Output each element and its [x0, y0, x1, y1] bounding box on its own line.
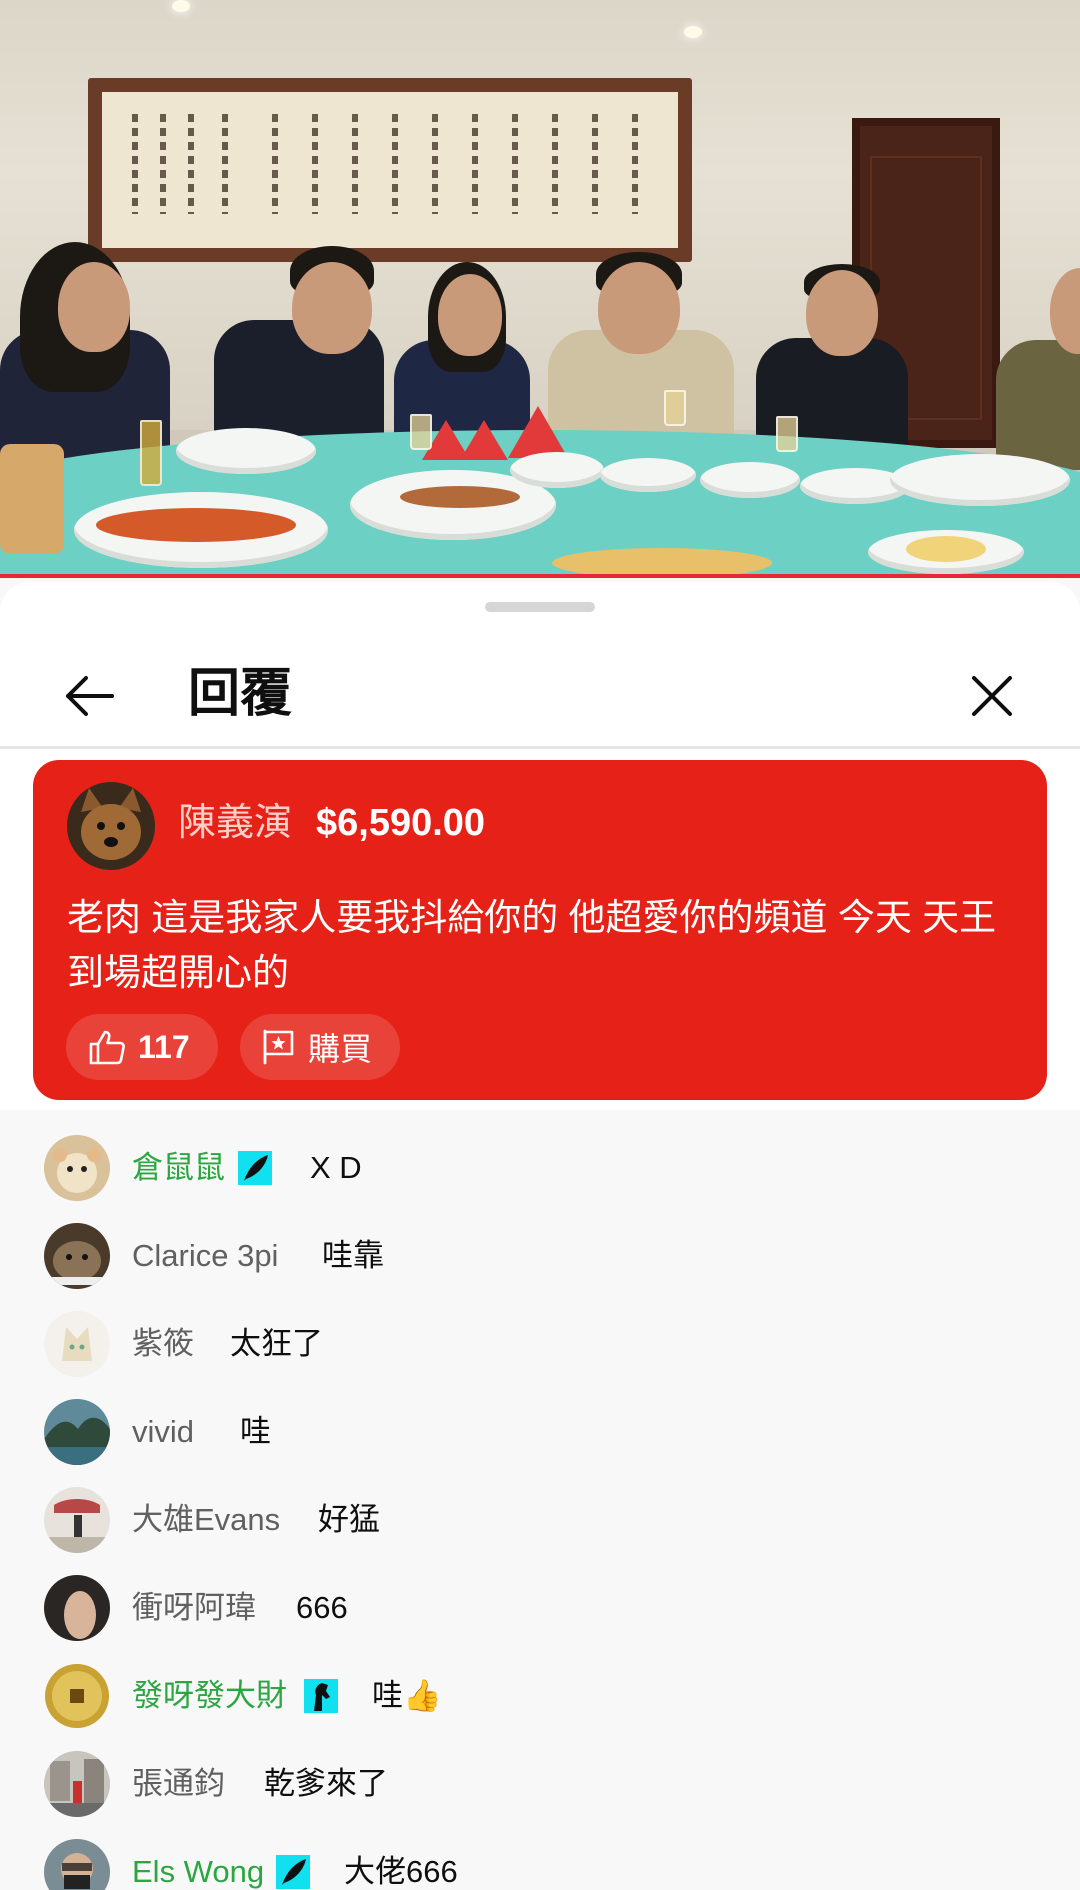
avatar[interactable]	[44, 1223, 110, 1289]
plate	[600, 458, 696, 492]
super-chat-card: 陳義演 $6,590.00 老肉 這是我家人要我抖給你的 他超愛你的頻道 今天 …	[33, 760, 1047, 1100]
food	[96, 508, 296, 542]
chat-text: 好猛	[318, 1502, 380, 1537]
chat-text: 666	[296, 1590, 348, 1625]
arrow-left-icon	[66, 676, 114, 716]
chat-replies-list: 倉鼠鼠 X D Clarice 3pi 哇靠 紫筱 太狂了 vivid 哇 大雄…	[0, 1110, 1080, 1890]
chat-author[interactable]: Els Wong	[132, 1852, 264, 1890]
horse-icon	[304, 1679, 338, 1713]
chat-author[interactable]: Clarice 3pi	[132, 1236, 278, 1276]
dog-avatar-icon	[67, 782, 155, 870]
avatar[interactable]	[44, 1135, 110, 1201]
plate	[510, 452, 604, 488]
ceiling-light	[684, 26, 702, 38]
flag-star-icon	[263, 1029, 294, 1065]
glass	[664, 390, 686, 426]
buy-label: 購買	[308, 1031, 373, 1067]
like-count: 117	[138, 1028, 190, 1065]
avatar[interactable]	[44, 1663, 110, 1729]
feather-icon	[276, 1855, 310, 1889]
chat-text: X D	[310, 1150, 362, 1185]
close-button[interactable]	[960, 664, 1024, 728]
drag-handle[interactable]	[485, 602, 595, 612]
buy-button[interactable]: 購買	[240, 1014, 400, 1080]
video-bottom-border	[0, 574, 1080, 578]
calligraphy-scroll	[88, 78, 692, 262]
thumbs-up-icon	[89, 1030, 125, 1065]
chat-text: 大佬666	[344, 1854, 458, 1889]
chat-message: 紫筱 太狂了	[0, 1300, 1080, 1388]
chat-author[interactable]: vivid	[132, 1412, 194, 1452]
chat-author[interactable]: 張通鈞	[132, 1764, 225, 1804]
avatar[interactable]	[44, 1575, 110, 1641]
avatar[interactable]	[44, 1487, 110, 1553]
chat-message: vivid 哇	[0, 1388, 1080, 1476]
feather-icon	[238, 1151, 272, 1185]
replies-sheet: 回覆 陳義演 $6,590.00 老肉 這是我家人要我抖給你的 他超愛你的頻道 …	[0, 582, 1080, 1890]
chat-message: 發呀發大財 哇👍	[0, 1652, 1080, 1740]
chat-author[interactable]: 倉鼠鼠	[132, 1148, 225, 1188]
sheet-header: 回覆	[0, 642, 1080, 742]
chat-author[interactable]: 紫筱	[132, 1324, 194, 1364]
chat-author[interactable]: 大雄Evans	[132, 1500, 280, 1540]
watermelon	[508, 406, 568, 458]
pot	[0, 444, 64, 554]
glass	[410, 414, 432, 450]
chat-message: 大雄Evans 好猛	[0, 1476, 1080, 1564]
chat-message: Els Wong 大佬666	[0, 1828, 1080, 1890]
super-chat-amount: $6,590.00	[316, 802, 486, 844]
page-title: 回覆	[188, 665, 293, 723]
avatar[interactable]	[44, 1839, 110, 1890]
plate	[890, 454, 1070, 506]
header-divider	[0, 746, 1080, 749]
chat-author[interactable]: 發呀發大財	[132, 1676, 287, 1716]
super-chat-author[interactable]: 陳義演	[178, 800, 292, 846]
back-button[interactable]	[56, 664, 120, 728]
video-player[interactable]	[0, 0, 1080, 578]
bottle	[140, 420, 162, 486]
chat-author[interactable]: 衝呀阿瑋	[132, 1588, 256, 1628]
super-chat-message: 老肉 這是我家人要我抖給你的 他超愛你的頻道 今天 天王到場超開心的	[67, 897, 997, 993]
avatar[interactable]	[44, 1751, 110, 1817]
chat-message: 衝呀阿瑋 666	[0, 1564, 1080, 1652]
plate	[176, 428, 316, 474]
watermelon	[460, 420, 508, 460]
food	[400, 486, 520, 508]
avatar[interactable]	[67, 782, 155, 870]
glass	[776, 416, 798, 452]
avatar[interactable]	[44, 1399, 110, 1465]
avatar[interactable]	[44, 1311, 110, 1377]
chat-message: 倉鼠鼠 X D	[0, 1124, 1080, 1212]
food	[906, 536, 986, 562]
chat-text: 哇👍	[372, 1678, 442, 1713]
chat-message: 張通鈞 乾爹來了	[0, 1740, 1080, 1828]
chat-text: 太狂了	[230, 1326, 323, 1361]
plate	[700, 462, 800, 498]
chat-text: 乾爹來了	[264, 1766, 388, 1801]
chat-text: 哇靠	[322, 1238, 384, 1273]
like-button[interactable]: 117	[66, 1014, 218, 1080]
chat-text: 哇	[240, 1414, 271, 1449]
close-icon	[972, 676, 1012, 716]
chat-message: Clarice 3pi 哇靠	[0, 1212, 1080, 1300]
ceiling-light	[172, 0, 190, 12]
